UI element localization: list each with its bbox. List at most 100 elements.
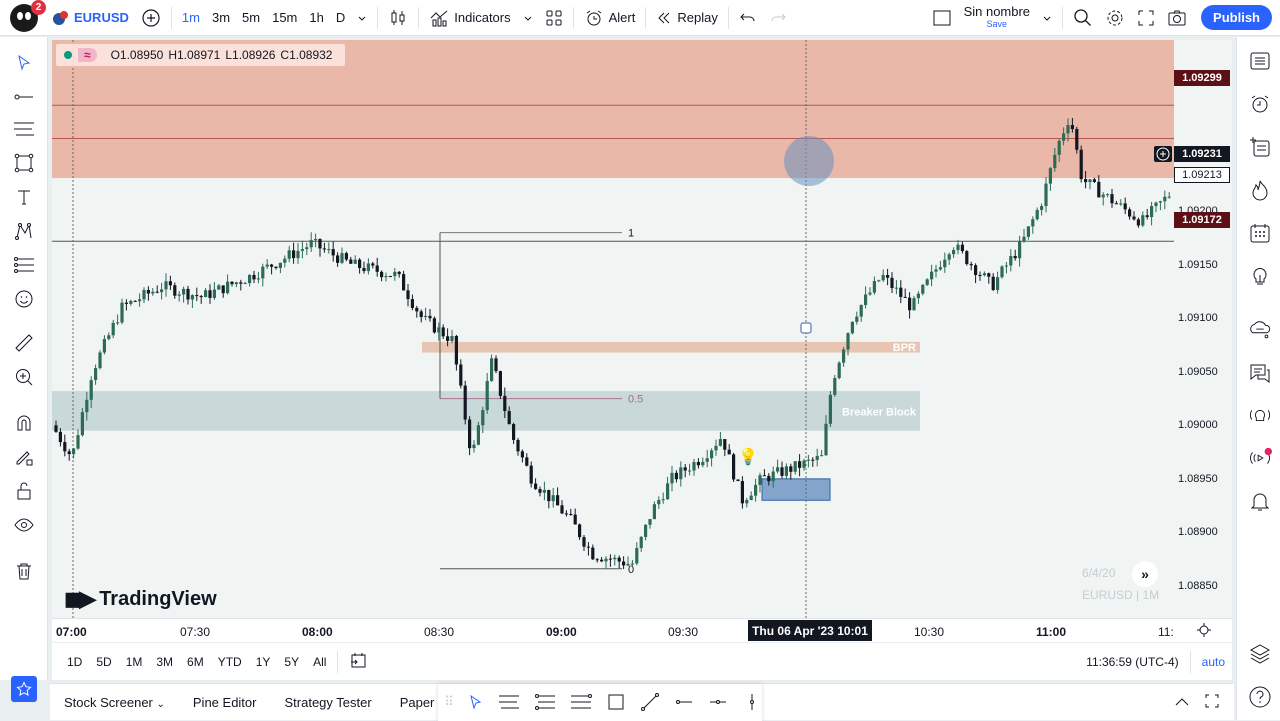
time-axis[interactable]: 07:00 07:30 08:00 08:30 09:00 09:30 10:30 11:00… — [52, 618, 1232, 642]
timeframe-D[interactable]: D — [330, 0, 351, 36]
layout-dropdown[interactable] — [1036, 0, 1058, 36]
fib-extension-icon[interactable] — [570, 693, 592, 711]
alerts-button[interactable] — [1248, 92, 1272, 116]
search-button[interactable] — [1067, 0, 1099, 36]
horizontal-line-icon[interactable] — [708, 692, 728, 712]
streams-button[interactable] — [1248, 403, 1272, 427]
vertical-line-icon[interactable] — [742, 692, 762, 712]
chart-type-button[interactable] — [382, 0, 414, 36]
tab-stock-screener[interactable]: Stock Screener ⌄ — [50, 695, 179, 710]
collapse-panel-button[interactable] — [1160, 695, 1204, 710]
trend-line-icon[interactable] — [640, 692, 660, 712]
symbol-search-button[interactable]: EURUSD — [46, 0, 135, 36]
remove-drawings-tool[interactable] — [12, 559, 36, 583]
publish-button[interactable]: Publish — [1201, 5, 1272, 30]
scroll-to-realtime-button[interactable]: » — [1132, 561, 1158, 587]
trend-line-tool[interactable] — [12, 85, 36, 109]
compare-symbol-button[interactable] — [135, 0, 167, 36]
rectangle-icon[interactable] — [606, 692, 626, 712]
watchlist-button[interactable] — [1248, 49, 1272, 73]
timeframe-1m[interactable]: 1m — [176, 0, 206, 36]
drag-handle-icon[interactable]: ⠿ — [444, 694, 454, 710]
go-to-date-button[interactable] — [342, 651, 374, 672]
fib-tool[interactable] — [12, 117, 36, 141]
alert-button[interactable]: Alert — [578, 0, 642, 36]
tab-pine-editor[interactable]: Pine Editor — [179, 695, 271, 710]
range-all[interactable]: All — [306, 655, 333, 669]
range-ytd[interactable]: YTD — [211, 655, 249, 669]
add-alert-button[interactable] — [1154, 146, 1172, 162]
timeframe-5m[interactable]: 5m — [236, 0, 266, 36]
fullscreen-button[interactable] — [1131, 0, 1161, 36]
hide-drawings-tool[interactable] — [12, 513, 36, 537]
indicator-toggle-icon[interactable]: ≈ — [78, 48, 97, 62]
hotlists-button[interactable] — [1248, 178, 1272, 202]
notifications-button[interactable] — [1248, 489, 1272, 513]
candle-up — [116, 322, 120, 324]
layout-name-button[interactable]: Sin nombre Save — [958, 0, 1036, 36]
object-tree-button[interactable] — [1248, 135, 1272, 159]
timeframe-1h[interactable]: 1h — [303, 0, 329, 36]
shapes-tool[interactable] — [12, 151, 36, 175]
text-tool[interactable] — [12, 185, 36, 209]
horizontal-ray-icon[interactable] — [674, 692, 694, 712]
range-5d[interactable]: 5D — [89, 655, 118, 669]
stay-drawing-tool[interactable] — [12, 445, 36, 469]
fib-label-05: 0.5 — [628, 394, 643, 406]
parallel-lines-icon[interactable] — [498, 693, 520, 711]
maximize-panel-button[interactable] — [1204, 693, 1234, 712]
messages-button[interactable] — [1248, 361, 1272, 385]
time-label: 07:30 — [180, 625, 211, 639]
fib-retracement-icon[interactable] — [534, 693, 556, 711]
candle-up — [947, 254, 951, 260]
avatar[interactable]: 2 — [10, 0, 46, 32]
icons-tool[interactable] — [12, 287, 36, 311]
candle-down — [168, 281, 172, 286]
candlestick-chart[interactable]: 1 0.5 0 BPR Breaker Block 💡 — [52, 40, 1232, 618]
clock-timezone[interactable]: 11:36:59 (UTC-4) — [1079, 655, 1185, 669]
timeframe-3m[interactable]: 3m — [206, 0, 236, 36]
lock-drawings-tool[interactable] — [12, 479, 36, 503]
calendar-button[interactable] — [1248, 221, 1272, 245]
axis-settings-button[interactable] — [1196, 622, 1212, 643]
live-streams-button[interactable] — [1248, 446, 1272, 470]
ideas-button[interactable] — [1248, 264, 1272, 288]
cursor-arrow-icon[interactable] — [468, 694, 484, 710]
zoom-tool[interactable] — [12, 365, 36, 389]
help-button[interactable] — [1248, 685, 1272, 709]
favorites-button[interactable] — [11, 676, 37, 702]
range-6m[interactable]: 6M — [180, 655, 211, 669]
timeframe-15m[interactable]: 15m — [266, 0, 303, 36]
timeframe-dropdown[interactable] — [351, 0, 373, 36]
tab-paper-trading[interactable]: Paper — [386, 695, 439, 710]
undo-button[interactable] — [733, 0, 763, 36]
redo-button[interactable] — [763, 0, 793, 36]
chart-pane[interactable]: 1 0.5 0 BPR Breaker Block 💡 ≈ O1.08950 H1.089… — [52, 40, 1232, 618]
range-3m[interactable]: 3M — [149, 655, 180, 669]
replay-button[interactable]: Replay — [650, 0, 723, 36]
price-scale[interactable]: 1.092501.092001.091501.091001.090501.090… — [1174, 40, 1232, 618]
indicators-dropdown[interactable] — [517, 0, 539, 36]
range-5y[interactable]: 5Y — [277, 655, 306, 669]
settings-button[interactable] — [1099, 0, 1131, 36]
tab-strategy-tester[interactable]: Strategy Tester — [270, 695, 385, 710]
templates-button[interactable] — [539, 0, 569, 36]
cursor-tool[interactable] — [12, 51, 36, 75]
magnet-tool[interactable] — [12, 411, 36, 435]
candle-up — [644, 524, 648, 537]
chats-button[interactable] — [1248, 318, 1272, 342]
prediction-tool[interactable] — [12, 253, 36, 277]
measure-tool[interactable] — [12, 331, 36, 355]
range-1m[interactable]: 1M — [119, 655, 150, 669]
snapshot-button[interactable] — [1161, 0, 1193, 36]
layers-button[interactable] — [1248, 641, 1272, 665]
candle-down — [454, 335, 458, 365]
indicators-button[interactable]: Indicators — [423, 0, 516, 36]
multi-layout-button[interactable] — [926, 0, 958, 36]
alert-label: Alert — [608, 10, 636, 25]
auto-scale-toggle[interactable]: auto — [1195, 655, 1232, 669]
range-1d[interactable]: 1D — [60, 655, 89, 669]
patterns-tool[interactable] — [12, 219, 36, 243]
range-1y[interactable]: 1Y — [249, 655, 278, 669]
candle-down — [446, 336, 450, 341]
